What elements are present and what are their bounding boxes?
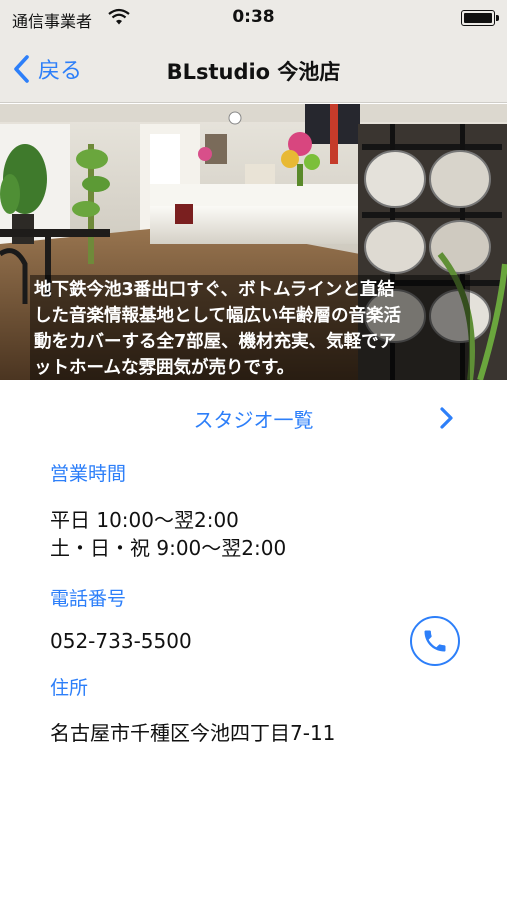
hours-weekday: 平日 10:00〜翌2:00 <box>50 508 239 532</box>
address-heading: 住所 <box>50 677 89 699</box>
phone-heading: 電話番号 <box>50 588 127 610</box>
clock: 0:38 <box>232 7 275 27</box>
status-bar: 通信事業者 0:38 <box>0 0 507 36</box>
studio-list-row[interactable]: スタジオ一覧 <box>0 380 507 454</box>
description-line: 動をカバーする全7部屋、機材充実、気軽でア <box>34 332 397 352</box>
phone-number[interactable]: 052-733-5500 <box>50 627 192 656</box>
description-line: した音楽情報基地として幅広い年齢層の音楽活 <box>34 306 401 326</box>
address-value: 名古屋市千種区今池四丁目7-11 <box>50 721 336 745</box>
studio-list-label: スタジオ一覧 <box>193 408 314 432</box>
hours-heading: 営業時間 <box>50 463 127 485</box>
description-line: 地下鉄今池3番出口すぐ、ボトムラインと直結 <box>34 280 395 300</box>
page-title: BLstudio 今池店 <box>166 60 341 84</box>
studio-description: 地下鉄今池3番出口すぐ、ボトムラインと直結 した音楽情報基地として幅広い年齢層の… <box>30 275 470 380</box>
chevron-right-icon <box>440 407 453 429</box>
call-button[interactable] <box>410 616 460 666</box>
navigation-bar: 戻る BLstudio 今池店 <box>0 36 507 103</box>
battery-icon <box>461 10 499 26</box>
hours-weekend: 土・日・祝 9:00〜翌2:00 <box>50 536 287 560</box>
description-line: ットホームな雰囲気が売りです。 <box>34 358 295 378</box>
phone-icon <box>424 630 446 652</box>
studio-photo: 地下鉄今池3番出口すぐ、ボトムラインと直結 した音楽情報基地として幅広い年齢層の… <box>0 104 507 380</box>
